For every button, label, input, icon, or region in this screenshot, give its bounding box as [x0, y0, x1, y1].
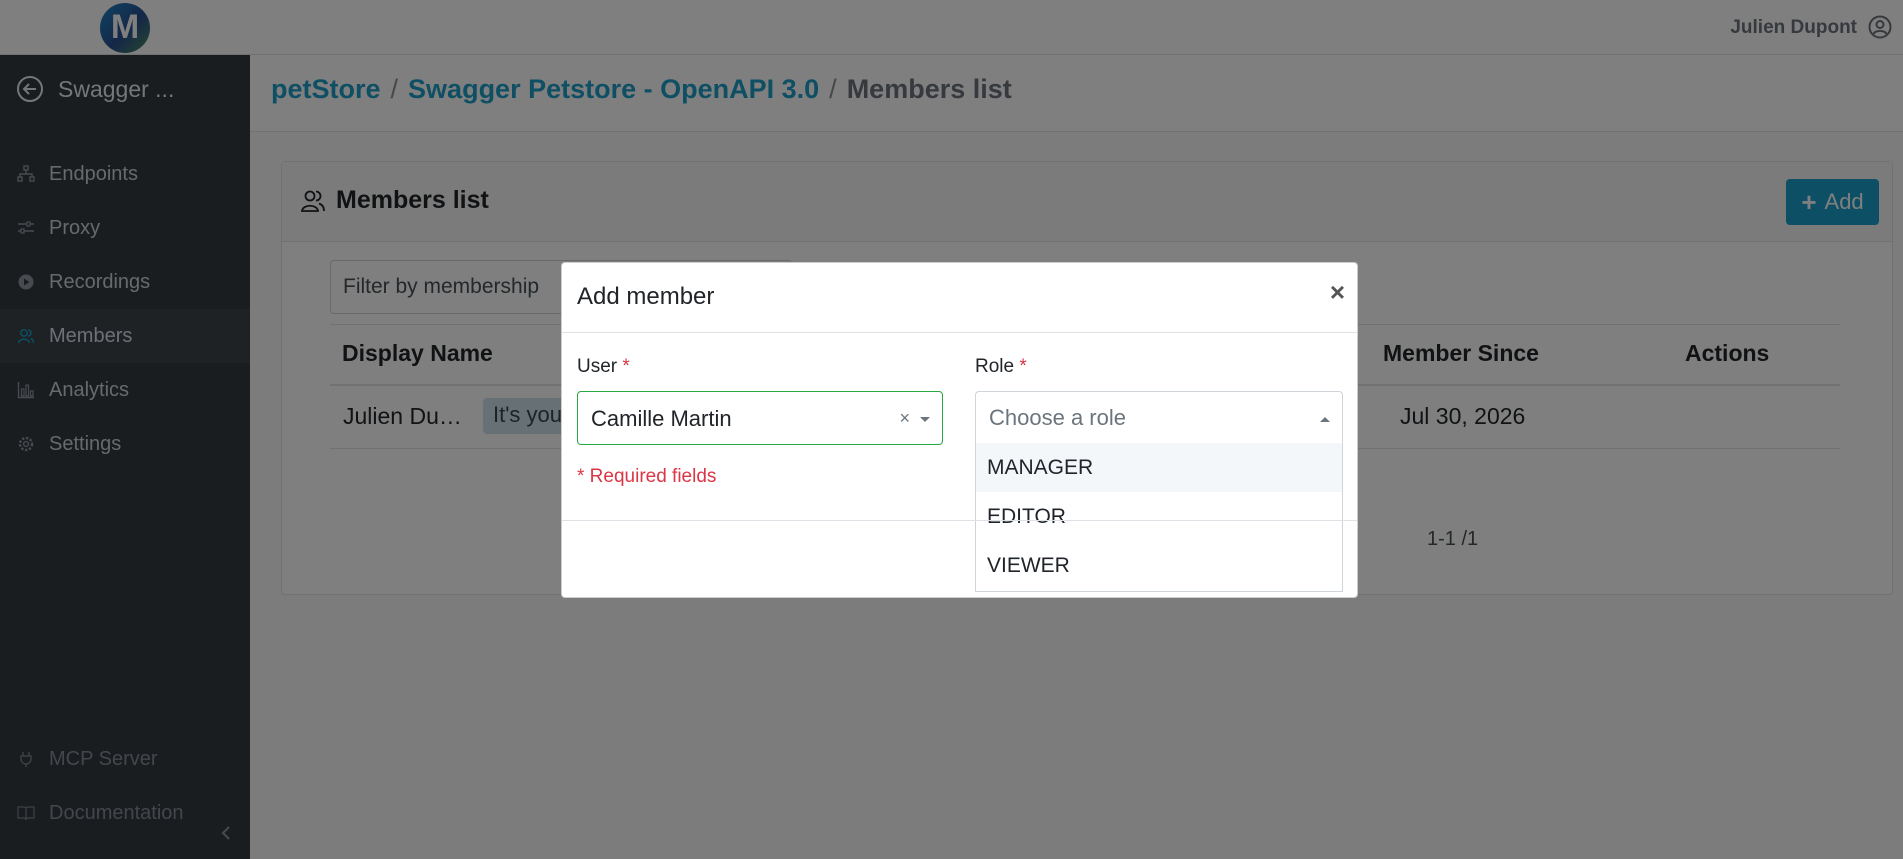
- role-select-placeholder: Choose a role: [989, 405, 1126, 430]
- modal-title: Add member: [577, 283, 715, 310]
- modal-footer-divider: [562, 520, 1357, 521]
- role-dropdown-menu: MANAGER EDITOR VIEWER: [975, 443, 1343, 592]
- option-label: MANAGER: [987, 456, 1094, 479]
- role-option-editor[interactable]: EDITOR: [976, 492, 1342, 541]
- role-option-manager[interactable]: MANAGER: [976, 443, 1342, 492]
- close-icon[interactable]: ×: [1330, 277, 1345, 308]
- role-label-text: Role: [975, 356, 1015, 377]
- user-select[interactable]: Camille Martin ×: [577, 391, 943, 445]
- option-label: VIEWER: [987, 554, 1070, 577]
- chevron-up-icon[interactable]: [1320, 417, 1330, 422]
- user-field-label: User *: [577, 356, 630, 378]
- role-option-viewer[interactable]: VIEWER: [976, 541, 1342, 590]
- modal-header: Add member ×: [562, 263, 1357, 333]
- chevron-down-icon[interactable]: [920, 417, 930, 422]
- user-select-value: Camille Martin: [591, 406, 732, 431]
- required-fields-note: * Required fields: [577, 466, 717, 487]
- user-label-text: User: [577, 356, 618, 377]
- add-member-modal: Add member × User * Camille Martin × * R…: [561, 262, 1358, 598]
- role-field-label: Role *: [975, 356, 1027, 378]
- role-select[interactable]: Choose a role: [975, 391, 1343, 443]
- option-label: EDITOR: [987, 505, 1066, 528]
- required-marker: *: [1019, 356, 1027, 377]
- clear-icon[interactable]: ×: [899, 408, 910, 429]
- required-marker: *: [622, 356, 630, 377]
